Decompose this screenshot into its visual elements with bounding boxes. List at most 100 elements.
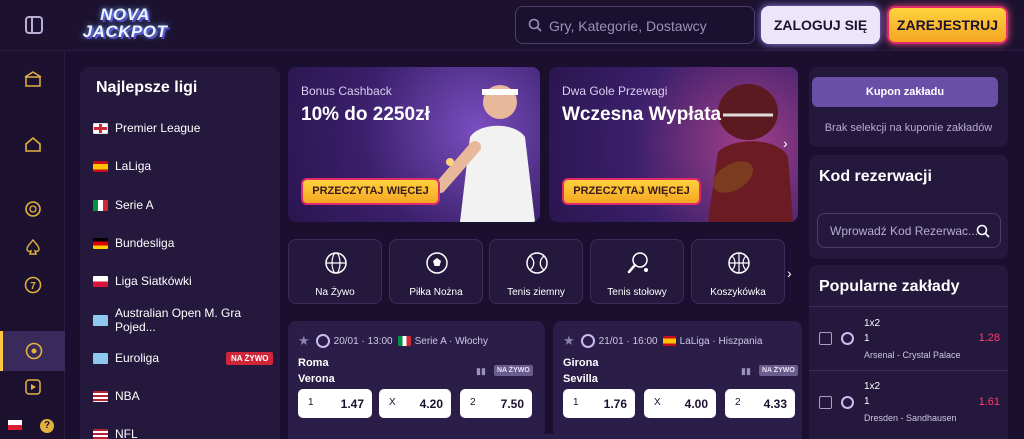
- svg-text:7: 7: [30, 281, 36, 292]
- sport-tile-football[interactable]: Piłka Nożna: [389, 239, 483, 304]
- favorite-star-icon[interactable]: ★: [563, 333, 575, 349]
- match-card[interactable]: ★ 20/01 · 13:00 Serie A · Włochy Roma Ve…: [288, 321, 545, 439]
- bet-coupon-button[interactable]: Kupon zakładu: [812, 77, 998, 107]
- top-bar: NOVA JACKPOT Gry, Kategorie, Dostawcy ZA…: [0, 0, 1024, 51]
- stats-icon[interactable]: ▮▮: [741, 366, 751, 377]
- home-icon[interactable]: [0, 124, 65, 164]
- away-team: Sevilla: [563, 373, 598, 385]
- odd-value: 4.20: [419, 397, 443, 411]
- casino-building-icon[interactable]: [0, 59, 65, 99]
- sidebar-toggle-icon[interactable]: [25, 16, 43, 34]
- sport-tile-tennis[interactable]: Tenis ziemny: [489, 239, 583, 304]
- league-label: Serie A: [115, 198, 154, 212]
- read-more-button[interactable]: PRZECZYTAJ WIĘCEJ: [301, 178, 440, 205]
- help-icon[interactable]: ?: [40, 419, 54, 433]
- popular-bet-row[interactable]: 1x2 1 1.28 Arsenal - Crystal Palace: [809, 306, 1008, 370]
- sidebar-rail: 7: [0, 51, 65, 439]
- league-label: Euroliga: [115, 351, 160, 365]
- register-button[interactable]: ZAREJESTRUJ: [887, 6, 1008, 44]
- login-button[interactable]: ZALOGUJ SIĘ: [761, 6, 880, 44]
- bet-coupon-panel: Kupon zakładu Brak selekcji na kuponie z…: [809, 67, 1008, 147]
- stats-icon[interactable]: ▮▮: [476, 366, 486, 377]
- league-item[interactable]: NBA: [93, 386, 140, 406]
- sport-tile-table-tennis[interactable]: Tenis stołowy: [590, 239, 684, 304]
- odd-button[interactable]: X 4.00: [644, 389, 716, 418]
- odd-button[interactable]: 2 7.50: [460, 389, 532, 418]
- soccer-ball-icon: [841, 396, 854, 409]
- search-input[interactable]: Gry, Kategorie, Dostawcy: [515, 6, 755, 44]
- promo-banner-early-payout[interactable]: Dwa Gole Przewagi Wczesna Wypłata PRZECZ…: [549, 67, 798, 222]
- bet-market: 1x2: [864, 318, 881, 329]
- bet-odd[interactable]: 1.61: [979, 396, 1000, 408]
- soccer-ball-icon: [426, 252, 448, 274]
- bet-market: 1x2: [864, 381, 881, 392]
- reservation-placeholder: Wprowadź Kod Rezerwac...: [830, 224, 979, 238]
- sport-label: Tenis stołowy: [607, 287, 667, 298]
- sports-next-arrow-icon[interactable]: ›: [787, 265, 792, 281]
- lucky-seven-icon[interactable]: 7: [0, 265, 65, 305]
- odd-button[interactable]: X 4.20: [379, 389, 451, 418]
- away-team: Verona: [298, 373, 335, 385]
- promo-title: Wczesna Wypłata: [562, 104, 722, 125]
- tennis-player-image: [434, 85, 535, 222]
- bet-checkbox[interactable]: [819, 396, 832, 409]
- home-team: Roma: [298, 357, 329, 369]
- odd-label: 1: [308, 397, 314, 408]
- odd-button[interactable]: 2 4.33: [725, 389, 795, 418]
- league-item[interactable]: Euroliga NA ŻYWO: [93, 348, 274, 368]
- promo-next-arrow-icon[interactable]: ›: [783, 135, 788, 151]
- favorite-star-icon[interactable]: ★: [298, 333, 310, 349]
- odd-button[interactable]: 1 1.76: [563, 389, 635, 418]
- chip-icon[interactable]: [0, 189, 65, 229]
- spain-flag-icon: [93, 160, 108, 172]
- league-item[interactable]: Bundesliga: [93, 233, 174, 253]
- bet-odd[interactable]: 1.28: [979, 332, 1000, 344]
- sport-label: Na Żywo: [315, 287, 355, 298]
- soccer-ball-icon: [841, 332, 854, 345]
- league-label: NBA: [115, 389, 140, 403]
- league-item[interactable]: Liga Siatkówki: [93, 271, 192, 291]
- sport-tile-live[interactable]: Na Żywo: [288, 239, 382, 304]
- promo-banner-cashback[interactable]: Bonus Cashback 10% do 2250zł PRZECZYTAJ …: [288, 67, 540, 222]
- match-meta: ★ 20/01 · 13:00 Serie A · Włochy: [298, 333, 488, 349]
- spade-icon[interactable]: [0, 227, 65, 267]
- poland-flag-icon: [93, 275, 108, 287]
- league-item[interactable]: LaLiga: [93, 156, 151, 176]
- usa-flag-icon: [93, 390, 108, 402]
- promo-subtitle: Bonus Cashback: [301, 84, 392, 98]
- sport-label: Koszykówka: [710, 287, 766, 298]
- home-team: Girona: [563, 357, 599, 369]
- match-datetime: 21/01 · 16:00: [598, 335, 658, 347]
- soccer-ball-icon: [315, 334, 330, 348]
- popular-bet-row[interactable]: 1x2 1 1.61 Dresden - Sandhausen: [809, 370, 1008, 434]
- logo[interactable]: NOVA JACKPOT: [70, 6, 180, 44]
- league-label: Liga Siatkówki: [115, 274, 192, 288]
- england-flag-icon: [93, 122, 108, 134]
- league-item[interactable]: Serie A: [93, 195, 154, 215]
- world-flag-icon: [93, 352, 108, 364]
- language-flag-icon[interactable]: [8, 420, 22, 430]
- league-label: Bundesliga: [115, 236, 175, 250]
- reservation-code-input[interactable]: Wprowadź Kod Rezerwac...: [817, 213, 1001, 248]
- spain-flag-icon: [662, 336, 676, 346]
- reservation-panel: Kod rezerwacji Wprowadź Kod Rezerwac...: [809, 155, 1008, 259]
- live-badge: NA ŻYWO: [226, 351, 274, 365]
- odd-button[interactable]: 1 1.47: [298, 389, 372, 418]
- read-more-button[interactable]: PRZECZYTAJ WIĘCEJ: [562, 178, 701, 205]
- bet-pick: 1: [864, 333, 870, 344]
- play-icon[interactable]: [0, 367, 65, 407]
- search-icon[interactable]: [976, 224, 990, 238]
- odd-value: 4.00: [684, 397, 708, 411]
- live-badge: NA ŻYWO: [494, 365, 533, 376]
- match-card[interactable]: ★ 21/01 · 16:00 LaLiga · Hiszpania Giron…: [553, 321, 802, 439]
- promo-subtitle: Dwa Gole Przewagi: [562, 84, 668, 98]
- league-item[interactable]: NFL: [93, 424, 138, 439]
- league-item[interactable]: Australian Open M. Gra Pojed...: [93, 306, 280, 334]
- football-icon[interactable]: [0, 331, 65, 371]
- bet-match: Arsenal - Crystal Palace: [864, 350, 961, 360]
- league-item[interactable]: Premier League: [93, 118, 200, 138]
- top-leagues-panel: Najlepsze ligi Premier League LaLiga Ser…: [80, 67, 280, 439]
- sport-tile-basketball[interactable]: Koszykówka: [691, 239, 785, 304]
- bet-checkbox[interactable]: [819, 332, 832, 345]
- next-row-strip: [288, 434, 802, 439]
